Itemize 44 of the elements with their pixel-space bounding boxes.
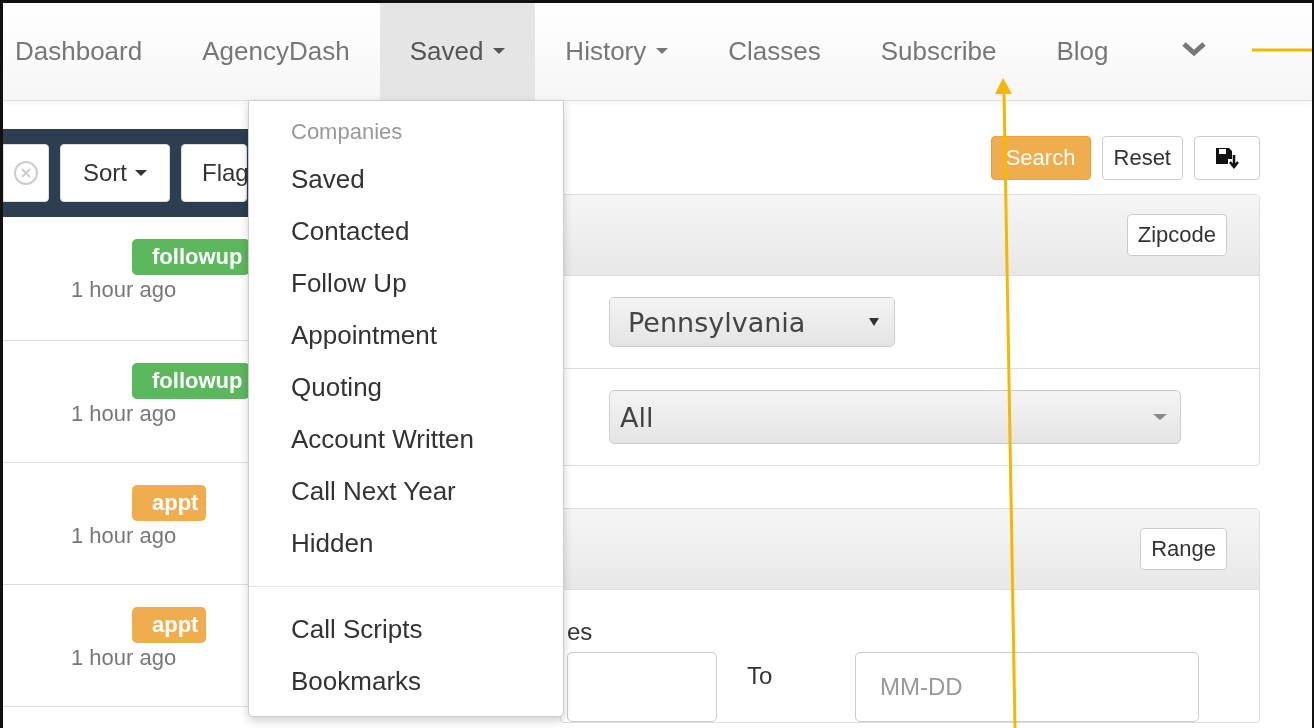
menu-item[interactable]: Bookmarks — [249, 655, 563, 707]
date-from-field[interactable] — [567, 652, 717, 722]
status-badge: appt — [132, 607, 207, 643]
menu-item[interactable]: Hidden — [249, 517, 563, 569]
nav-link[interactable]: Subscribe — [850, 3, 1027, 100]
save-button[interactable] — [1194, 136, 1260, 180]
floppy-disk-icon — [1215, 147, 1239, 169]
state-select[interactable]: Pennsylvania — [609, 297, 895, 347]
to-label: To — [747, 662, 774, 690]
menu-item[interactable]: Appointment — [249, 309, 563, 361]
date-to-field[interactable]: MM-DD — [855, 652, 1199, 722]
clear-icon — [13, 160, 39, 186]
county-select[interactable]: All — [609, 390, 1181, 444]
status-badge: followup — [132, 239, 251, 275]
timestamp: 1 hour ago — [71, 277, 177, 303]
nav-link[interactable]: AgencyDash — [172, 3, 380, 100]
menu-item[interactable]: Follow Up — [249, 257, 563, 309]
nav-link[interactable]: Saved — [379, 3, 536, 100]
menu-item[interactable]: Call Scripts — [249, 603, 563, 655]
menu-item[interactable]: Account Written — [249, 413, 563, 465]
nav-link[interactable]: Classes — [698, 3, 851, 100]
timestamp: 1 hour ago — [71, 645, 177, 671]
menu-item[interactable]: Saved — [249, 153, 563, 205]
menu-item[interactable]: Call Next Year — [249, 465, 563, 517]
timestamp: 1 hour ago — [71, 523, 177, 549]
zipcode-button[interactable]: Zipcode — [1126, 214, 1227, 256]
menu-header: Companies — [290, 118, 404, 146]
menu-item[interactable]: Quoting — [249, 361, 563, 413]
menu-item[interactable]: Contacted — [249, 205, 563, 257]
annotation-line — [1252, 48, 1312, 52]
status-badge: followup — [132, 363, 251, 399]
timestamp: 1 hour ago — [71, 401, 177, 427]
chevron-down-icon[interactable] — [1182, 41, 1207, 57]
field-label: es — [567, 618, 594, 647]
dropdown-arrow-icon — [868, 317, 880, 327]
nav-link[interactable]: Dashboard — [3, 3, 173, 100]
sort-button[interactable]: Sort — [60, 144, 170, 202]
dropdown-arrow-icon — [1152, 413, 1168, 421]
range-button[interactable]: Range — [1140, 528, 1227, 570]
status-badge: appt — [132, 485, 207, 521]
nav-link[interactable]: Blog — [1026, 3, 1139, 100]
flag-button[interactable]: Flag — [181, 144, 247, 202]
nav-link[interactable]: History — [535, 3, 699, 100]
reset-button[interactable]: Reset — [1101, 136, 1183, 180]
